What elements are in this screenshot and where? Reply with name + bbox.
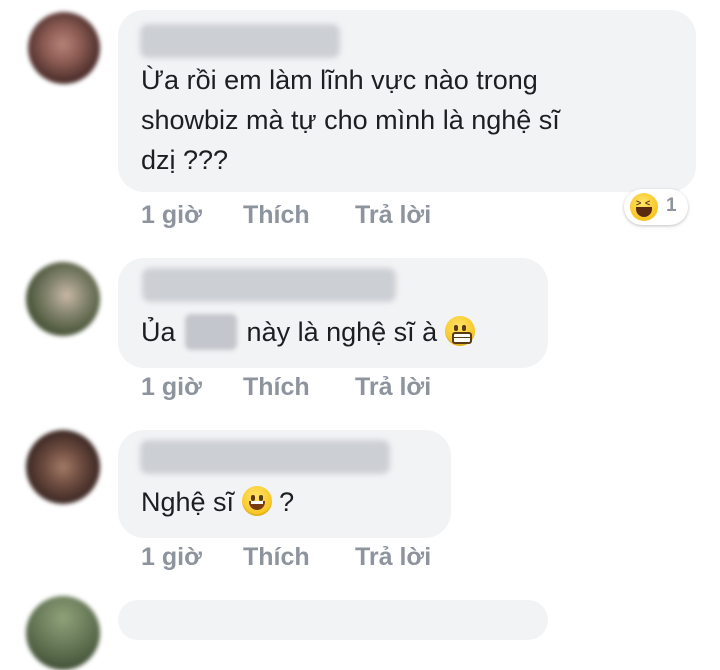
avatar[interactable] <box>26 596 100 670</box>
grinning-emoji-icon <box>241 486 272 516</box>
comment-timestamp[interactable]: 1 giờ <box>141 543 202 572</box>
comment-text-start: Nghệ sĩ <box>141 487 235 517</box>
like-button[interactable]: Thích <box>243 543 310 572</box>
redacted-word <box>185 314 238 350</box>
comment-text-start: Ủa <box>141 317 176 347</box>
avatar[interactable] <box>26 262 100 336</box>
reply-button[interactable]: Trả lời <box>355 201 431 230</box>
comment-text: Nghệ sĩ ? <box>141 482 294 522</box>
comment-text-line: dzị ??? <box>141 145 229 175</box>
reply-button[interactable]: Trả lời <box>355 373 431 402</box>
grimacing-emoji-icon <box>444 316 475 346</box>
commenter-name-redacted[interactable] <box>142 268 396 302</box>
comment-text-end: này là nghệ sĩ à <box>246 317 438 347</box>
comment-timestamp[interactable]: 1 giờ <box>141 201 202 230</box>
comment-timestamp[interactable]: 1 giờ <box>141 373 202 402</box>
comment-text-end: ? <box>279 487 295 517</box>
comment-text-line: Ừa rồi em làm lĩnh vực nào trong <box>141 65 538 95</box>
reaction-count: 1 <box>666 195 677 216</box>
avatar[interactable] <box>26 430 100 504</box>
haha-emoji-icon: > < <box>630 193 658 221</box>
commenter-name-redacted[interactable] <box>140 24 340 58</box>
like-button[interactable]: Thích <box>243 201 310 230</box>
reaction-summary[interactable]: > < 1 <box>624 189 688 225</box>
avatar[interactable] <box>28 12 100 84</box>
reply-button[interactable]: Trả lời <box>355 543 431 572</box>
comment-bubble <box>118 600 548 640</box>
commenter-name-redacted[interactable] <box>140 440 390 474</box>
like-button[interactable]: Thích <box>243 373 310 402</box>
comment-text: Ủa này là nghệ sĩ à <box>141 312 475 352</box>
comment-text-line: showbiz mà tự cho mình là nghệ sĩ <box>141 105 560 135</box>
